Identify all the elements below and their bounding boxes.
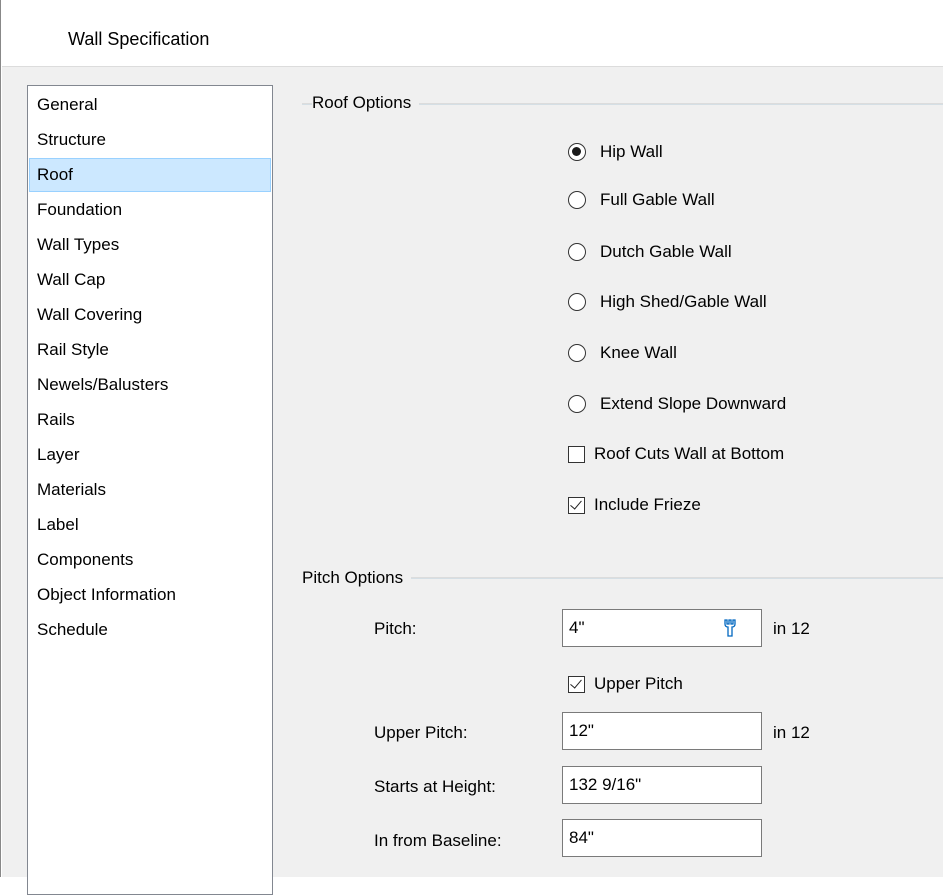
in-from-baseline-value: 84" bbox=[569, 828, 594, 847]
dialog-window: Wall Specification General Structure Roo… bbox=[0, 0, 943, 895]
nav-item-schedule[interactable]: Schedule bbox=[29, 613, 271, 647]
pitch-value: 4" bbox=[569, 618, 585, 637]
checkbox-indicator bbox=[568, 496, 585, 514]
upper-pitch-label: Upper Pitch: bbox=[374, 723, 468, 742]
nav-item-rail-style[interactable]: Rail Style bbox=[29, 333, 271, 367]
radio-indicator bbox=[568, 395, 586, 413]
category-list[interactable]: General Structure Roof Foundation Wall T… bbox=[27, 85, 273, 895]
in-from-baseline-label: In from Baseline: bbox=[374, 831, 502, 850]
roof-options-heading: Roof Options bbox=[312, 93, 420, 113]
nav-item-foundation[interactable]: Foundation bbox=[29, 193, 271, 227]
checkbox-indicator bbox=[568, 445, 585, 463]
nav-item-materials[interactable]: Materials bbox=[29, 473, 271, 507]
nav-item-wall-cap[interactable]: Wall Cap bbox=[29, 263, 271, 297]
checkbox-indicator bbox=[568, 675, 585, 693]
title-bar: Wall Specification bbox=[2, 0, 943, 67]
pitch-input[interactable]: 4" bbox=[562, 609, 762, 647]
pitch-unit: in 12 bbox=[773, 619, 810, 638]
extend-slope-downward-label: Extend Slope Downward bbox=[600, 394, 787, 413]
high-shed-gable-wall-radio[interactable]: High Shed/Gable Wall bbox=[568, 290, 767, 314]
knee-wall-label: Knee Wall bbox=[600, 343, 677, 362]
dialog-content: General Structure Roof Foundation Wall T… bbox=[2, 67, 943, 895]
pitch-options-heading: Pitch Options bbox=[302, 568, 412, 588]
wrench-icon[interactable] bbox=[721, 618, 739, 638]
nav-item-wall-covering[interactable]: Wall Covering bbox=[29, 298, 271, 332]
extend-slope-downward-radio[interactable]: Extend Slope Downward bbox=[568, 392, 786, 416]
nav-item-object-information[interactable]: Object Information bbox=[29, 578, 271, 612]
radio-indicator bbox=[568, 344, 586, 362]
dutch-gable-wall-radio[interactable]: Dutch Gable Wall bbox=[568, 240, 732, 264]
upper-pitch-checkbox[interactable]: Upper Pitch bbox=[568, 672, 683, 696]
radio-indicator bbox=[568, 143, 586, 161]
upper-pitch-unit: in 12 bbox=[773, 723, 810, 742]
full-gable-wall-radio[interactable]: Full Gable Wall bbox=[568, 188, 715, 212]
radio-indicator bbox=[568, 191, 586, 209]
nav-item-newels-balusters[interactable]: Newels/Balusters bbox=[29, 368, 271, 402]
nav-item-layer[interactable]: Layer bbox=[29, 438, 271, 472]
radio-indicator bbox=[568, 243, 586, 261]
nav-item-rails[interactable]: Rails bbox=[29, 403, 271, 437]
high-shed-gable-wall-label: High Shed/Gable Wall bbox=[600, 292, 767, 311]
include-frieze-label: Include Frieze bbox=[594, 495, 701, 514]
starts-at-height-input[interactable]: 132 9/16" bbox=[562, 766, 762, 804]
upper-pitch-check-label: Upper Pitch bbox=[594, 674, 683, 693]
dutch-gable-wall-label: Dutch Gable Wall bbox=[600, 242, 732, 261]
in-from-baseline-input[interactable]: 84" bbox=[562, 819, 762, 857]
roof-cuts-wall-checkbox[interactable]: Roof Cuts Wall at Bottom bbox=[568, 442, 784, 466]
knee-wall-radio[interactable]: Knee Wall bbox=[568, 341, 677, 365]
hip-wall-label: Hip Wall bbox=[600, 142, 663, 161]
dialog-title: Wall Specification bbox=[68, 29, 210, 49]
nav-item-structure[interactable]: Structure bbox=[29, 123, 271, 157]
radio-indicator bbox=[568, 293, 586, 311]
nav-item-label[interactable]: Label bbox=[29, 508, 271, 542]
starts-at-height-label: Starts at Height: bbox=[374, 777, 496, 796]
hip-wall-radio[interactable]: Hip Wall bbox=[568, 140, 663, 164]
upper-pitch-input[interactable]: 12" bbox=[562, 712, 762, 750]
nav-item-wall-types[interactable]: Wall Types bbox=[29, 228, 271, 262]
upper-pitch-value: 12" bbox=[569, 721, 594, 740]
roof-cuts-wall-label: Roof Cuts Wall at Bottom bbox=[594, 444, 785, 463]
full-gable-wall-label: Full Gable Wall bbox=[600, 190, 715, 209]
include-frieze-checkbox[interactable]: Include Frieze bbox=[568, 493, 701, 517]
starts-at-height-value: 132 9/16" bbox=[569, 775, 642, 794]
nav-item-roof[interactable]: Roof bbox=[29, 158, 271, 192]
nav-item-general[interactable]: General bbox=[29, 88, 271, 122]
nav-item-components[interactable]: Components bbox=[29, 543, 271, 577]
pitch-label: Pitch: bbox=[374, 619, 417, 638]
